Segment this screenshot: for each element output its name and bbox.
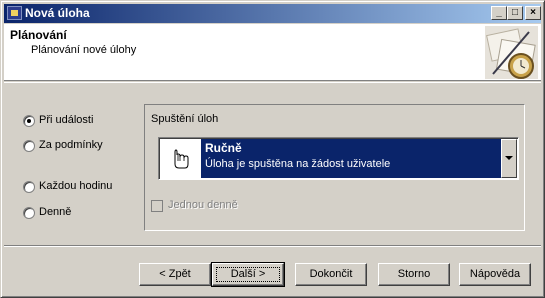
radio-daily-dot[interactable] (23, 207, 35, 219)
launch-mode-selected[interactable]: Ručně Úloha je spuštěna na žádost uživat… (201, 139, 501, 178)
launch-mode-description: Úloha je spuštěna na žádost uživatele (205, 158, 391, 170)
title-bar[interactable]: Nová úloha _ □ × (4, 4, 541, 23)
footer-divider (4, 245, 541, 247)
page-subtitle: Plánování nové úlohy (31, 44, 137, 56)
radio-on-event-dot[interactable] (23, 115, 35, 127)
hand-pointer-icon (160, 139, 200, 178)
combo-dropdown-button[interactable] (501, 139, 517, 178)
cancel-button[interactable]: Storno (378, 263, 450, 286)
launch-mode-title: Ručně (205, 141, 242, 155)
maximize-button[interactable]: □ (507, 6, 523, 20)
radio-on-event-label[interactable]: Při události (39, 114, 93, 126)
launch-mode-combo[interactable]: Ručně Úloha je spuštěna na žádost uživat… (158, 137, 519, 180)
minimize-button[interactable]: _ (491, 6, 507, 20)
once-daily-checkbox-label: Jednou denně (168, 199, 238, 211)
radio-hourly-dot[interactable] (23, 181, 35, 193)
back-button[interactable]: < Zpět (139, 263, 211, 286)
radio-daily-label[interactable]: Denně (39, 206, 71, 218)
wizard-window: Nová úloha _ □ × Plánování Plánování nov… (0, 0, 545, 298)
app-icon (7, 6, 22, 20)
close-button[interactable]: × (525, 6, 541, 20)
radio-hourly-label[interactable]: Každou hodinu (39, 180, 112, 192)
header-divider (4, 82, 541, 83)
next-button[interactable]: Další > (211, 262, 285, 287)
radio-on-condition-label[interactable]: Za podmínky (39, 139, 103, 151)
page-title: Plánování (10, 28, 67, 42)
window-title: Nová úloha (25, 6, 90, 20)
radio-on-condition-dot[interactable] (23, 140, 35, 152)
once-daily-checkbox-box (151, 200, 163, 212)
help-button[interactable]: Nápověda (459, 263, 531, 286)
group-title: Spuštění úloh (151, 113, 219, 125)
finish-button[interactable]: Dokončit (295, 263, 367, 286)
clock-pen-image (485, 26, 538, 79)
wizard-header: Plánování Plánování nové úlohy (4, 24, 541, 81)
